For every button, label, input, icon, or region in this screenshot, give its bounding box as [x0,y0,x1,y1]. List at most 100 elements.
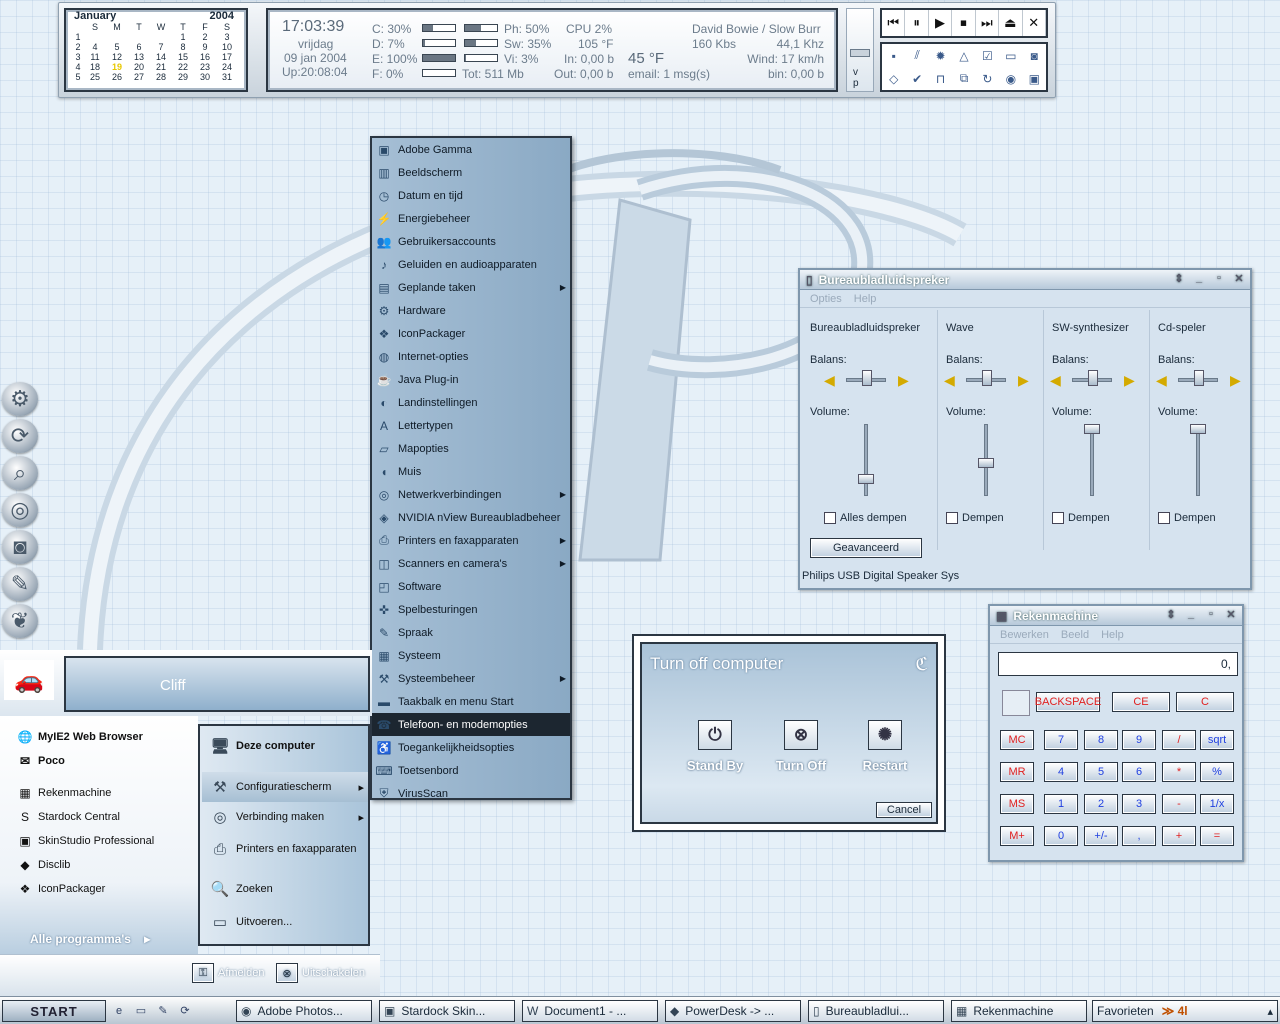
taskbar-button[interactable]: ◉ Adobe Photos... [236,1000,372,1022]
calendar-day[interactable]: 30 [194,72,216,82]
media-button-4[interactable]: ⏭ [976,10,1000,36]
control-panel-item[interactable]: ◷ Datum en tijd [372,184,570,207]
calendar-day[interactable]: 20 [128,62,150,72]
minimize-button[interactable]: _ [1192,272,1206,285]
control-panel-item[interactable]: ▦ Systeem [372,644,570,667]
calc-key[interactable]: 9 [1122,730,1156,750]
calc-key[interactable]: 4 [1044,762,1078,782]
control-panel-item[interactable]: ▥ Beeldscherm [372,161,570,184]
calendar-day[interactable]: 11 [84,52,106,62]
pinned-program[interactable]: ✉ Poco [0,750,200,772]
close-button[interactable]: ✕ [1232,272,1246,285]
start-right-item[interactable]: 🔍 Zoeken [202,874,368,904]
taskbar-button[interactable]: ◆ PowerDesk -> ... [665,1000,801,1022]
maximize-button[interactable]: ▫ [1212,272,1226,285]
volume-slider[interactable] [858,473,874,484]
calc-key[interactable]: 8 [1084,730,1118,750]
mute-checkbox[interactable]: Dempen [1158,512,1216,524]
calendar-day[interactable]: 10 [216,42,238,52]
control-panel-item[interactable]: ▣ Adobe Gamma [372,138,570,161]
control-panel-item[interactable]: ♪ Geluiden en audioapparaten [372,253,570,276]
control-panel-item[interactable]: ▬ Taakbalk en menu Start [372,690,570,713]
calendar-day[interactable]: 7 [150,42,172,52]
calendar-day[interactable] [128,32,150,42]
tray-icons[interactable]: ≫ 4l [1162,1004,1188,1018]
expand-icon[interactable]: ▴ [1267,1005,1273,1018]
all-programs-button[interactable]: Alle programma's ▸ [30,932,150,946]
search-icon[interactable]: ⌕ [2,456,38,490]
control-panel-item[interactable]: ⛨ VirusScan [372,782,570,805]
quick-icon-1[interactable]: ⫽ [905,44,928,67]
calc-key[interactable]: / [1162,730,1196,750]
control-panel-icon[interactable]: ⚙ [2,382,38,416]
calendar-day[interactable]: 2 [194,32,216,42]
control-panel-item[interactable]: ◈ NVIDIA nView Bureaubladbeheer [372,506,570,529]
menu-opties[interactable]: Opties [810,293,842,305]
recent-program[interactable]: ◆ Disclib [0,854,200,876]
control-panel-item[interactable]: ◖ Muis [372,460,570,483]
mute-checkbox[interactable]: Alles dempen [824,512,907,524]
calendar-day[interactable]: 21 [150,62,172,72]
balance-slider[interactable] [1194,370,1204,386]
start-right-item[interactable]: ⚒ Configuratiescherm ▸ [202,772,368,802]
quick-icon-0[interactable]: ▪ [882,44,905,67]
media-button-1[interactable]: ⏸ [905,10,929,36]
quicklaunch-icon[interactable]: ✎ [154,1000,172,1022]
logoff-button[interactable]: ⚿ Afmelden [192,963,264,983]
close-button[interactable]: ✕ [1224,608,1238,621]
control-panel-item[interactable]: ☎ Telefoon- en modemopties [372,713,570,736]
control-panel-item[interactable]: ◎ Netwerkverbindingen ▶ [372,483,570,506]
calendar-day[interactable]: 26 [106,72,128,82]
favorites-label[interactable]: Favorieten [1097,1004,1154,1018]
control-panel-item[interactable]: ◍ Internet-opties [372,345,570,368]
calendar-day[interactable]: 16 [194,52,216,62]
calendar-day[interactable]: 15 [172,52,194,62]
media-button-6[interactable]: ✕ [1023,10,1046,36]
calendar-day[interactable] [106,32,128,42]
control-panel-item[interactable]: ✜ Spelbesturingen [372,598,570,621]
calc-key[interactable]: 1 [1044,794,1078,814]
memory-key[interactable]: MR [1000,762,1034,782]
turnoff-button[interactable]: ⊗ Turn Off [756,720,846,773]
calc-key[interactable]: 1/x [1200,794,1234,814]
calc-key[interactable]: sqrt [1200,730,1234,750]
control-panel-item[interactable]: ◰ Software [372,575,570,598]
start-right-item[interactable]: ⎙ Printers en faxapparaten [202,834,368,864]
calc-key[interactable]: 7 [1044,730,1078,750]
calendar-day[interactable]: 18 [84,62,106,72]
quicklaunch-icon[interactable]: ▭ [132,1000,150,1022]
control-panel-item[interactable]: ⌨ Toetsenbord [372,759,570,782]
calc-key[interactable]: 0 [1044,826,1078,846]
media-button-5[interactable]: ⏏ [999,10,1023,36]
balance-slider[interactable] [862,370,872,386]
control-panel-item[interactable]: ⎙ Printers en faxapparaten ▶ [372,529,570,552]
quick-icon-9[interactable]: ⊓ [929,67,952,90]
quick-icon-6[interactable]: ◙ [1023,44,1046,67]
calendar-day[interactable]: 22 [172,62,194,72]
mute-checkbox[interactable]: Dempen [1052,512,1110,524]
calc-key[interactable]: % [1200,762,1234,782]
calc-key[interactable]: , [1122,826,1156,846]
quick-icon-4[interactable]: ☑ [976,44,999,67]
calc-key[interactable]: 2 [1084,794,1118,814]
calendar-day[interactable]: 5 [106,42,128,52]
quick-icon-13[interactable]: ▣ [1023,67,1046,90]
memory-key[interactable]: MC [1000,730,1034,750]
calendar-day[interactable]: 23 [194,62,216,72]
paint-icon[interactable]: ✎ [2,567,38,601]
checkbox-box[interactable] [946,512,958,524]
calendar-day[interactable]: 8 [172,42,194,52]
checkbox-box[interactable] [824,512,836,524]
calendar-day[interactable]: 14 [150,52,172,62]
menu-icon[interactable]: ⇕ [1164,608,1178,621]
control-panel-item[interactable]: ⚒ Systeembeheer ▶ [372,667,570,690]
balance-slider[interactable] [982,370,992,386]
volume-slider[interactable]: v p [846,8,874,92]
calc-key[interactable]: - [1162,794,1196,814]
start-right-item[interactable]: ▭ Uitvoeren... [202,906,368,938]
calendar-day[interactable]: 19 [106,62,128,72]
menu-icon[interactable]: ⇕ [1172,272,1186,285]
start-button[interactable]: START [2,1000,106,1022]
calc-key[interactable]: 3 [1122,794,1156,814]
calendar-day[interactable]: 12 [106,52,128,62]
